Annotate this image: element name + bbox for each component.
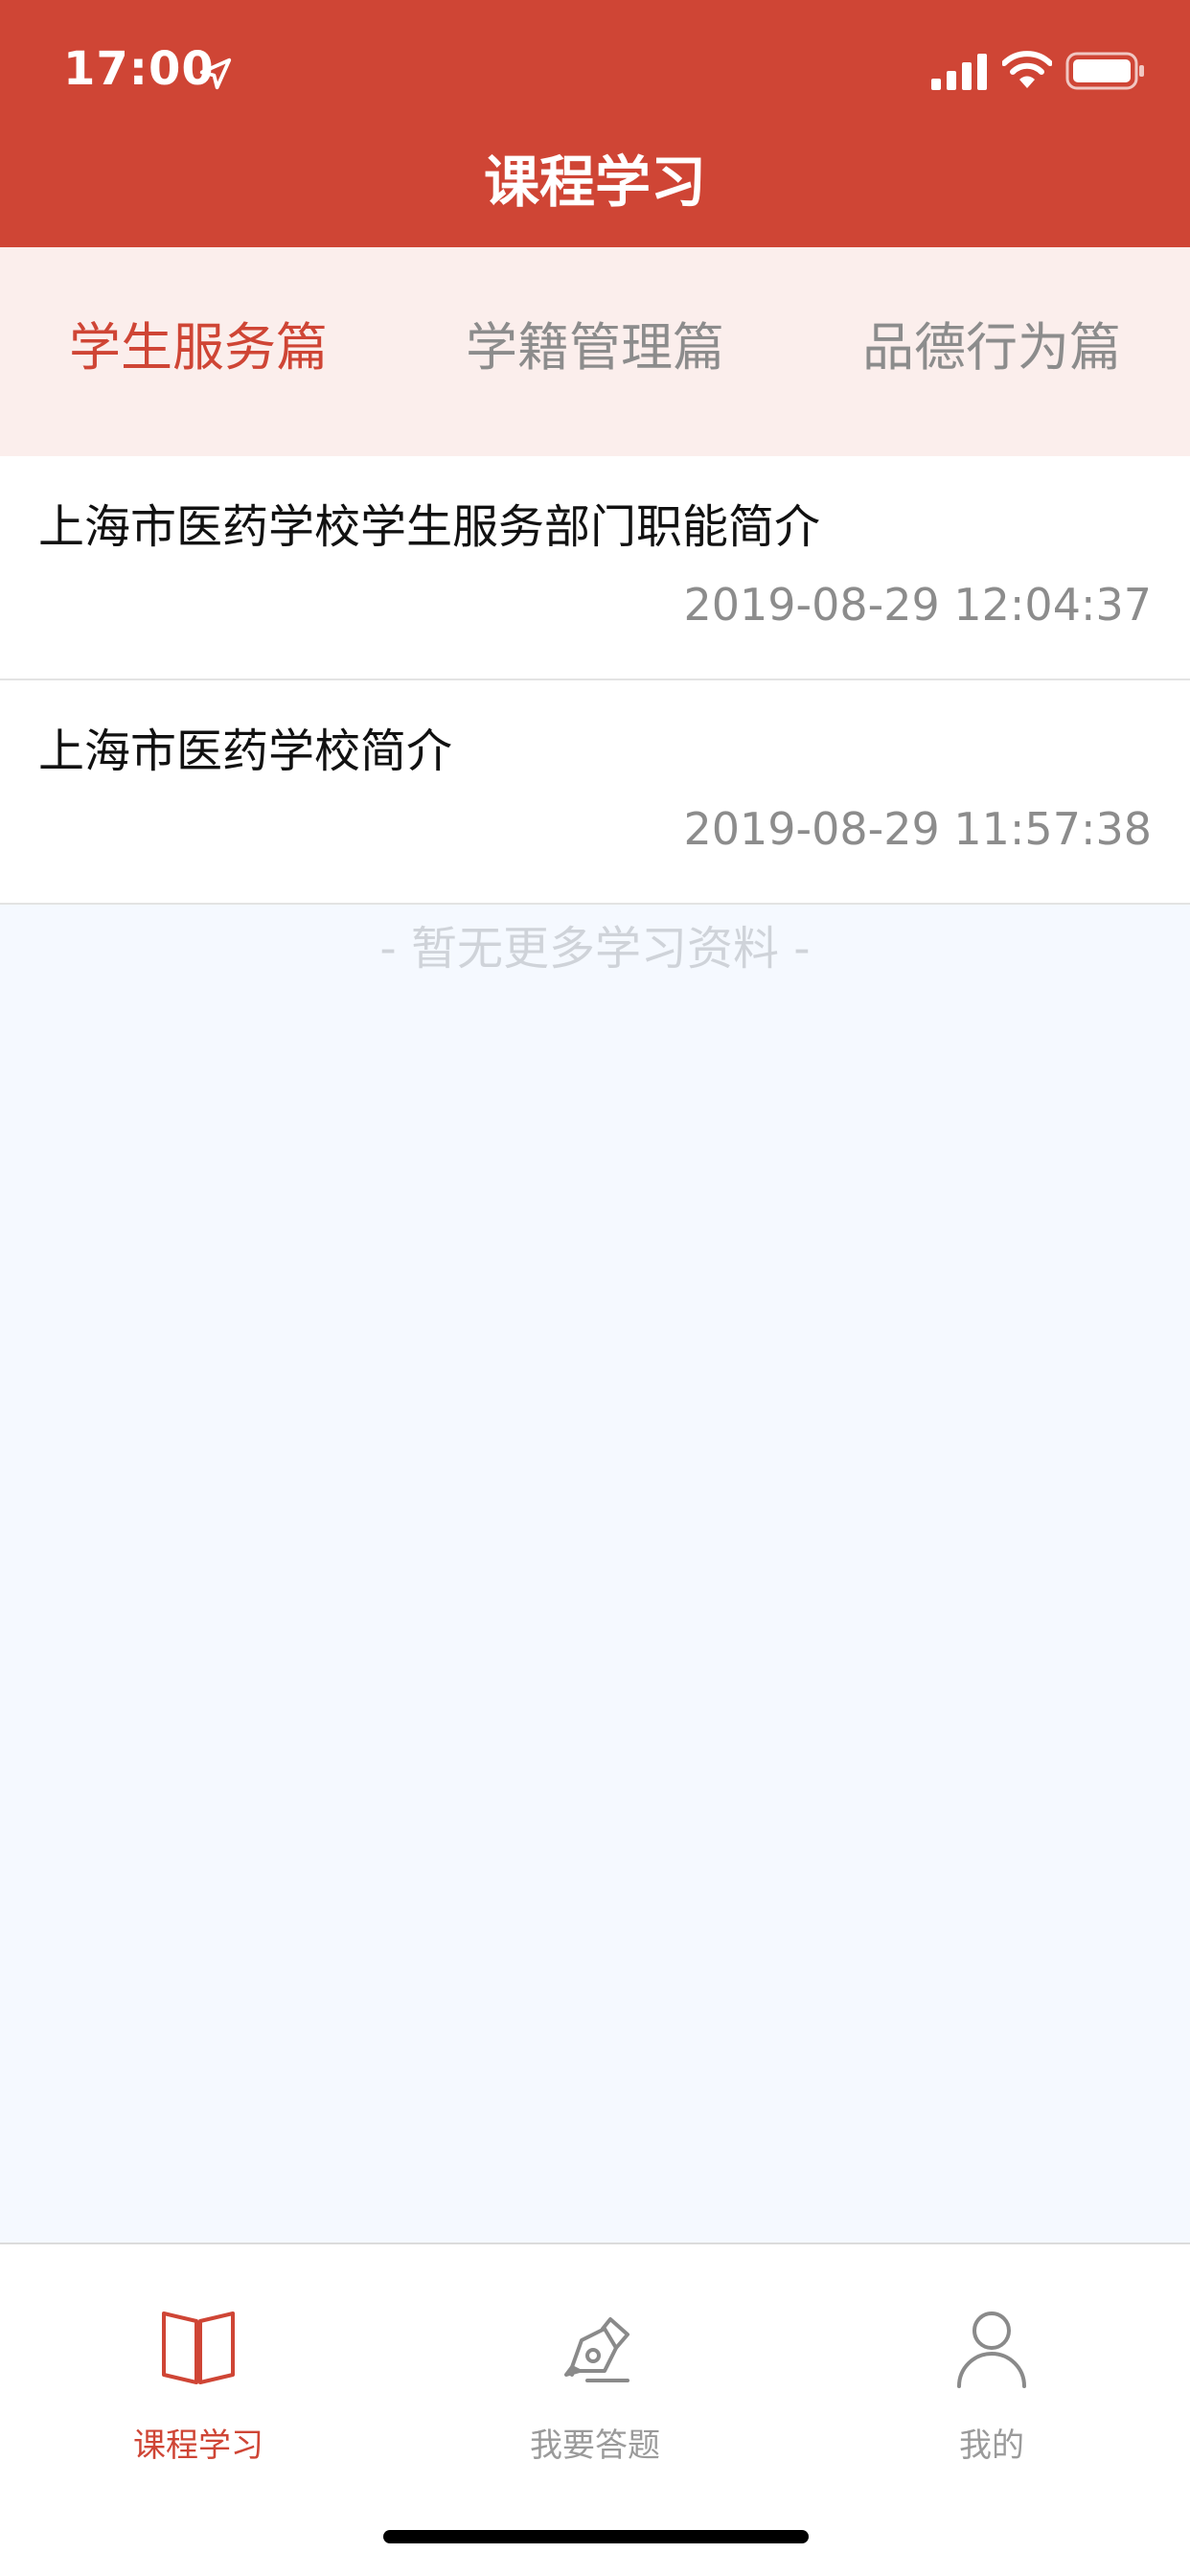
tab-enrollment-management[interactable]: 学籍管理篇: [397, 247, 793, 456]
tabbar-label: 我要答题: [530, 2426, 660, 2465]
category-tabs: 学生服务篇 学籍管理篇 品德行为篇: [0, 247, 1190, 456]
article-timestamp: 2019-08-29 11:57:38: [683, 803, 1152, 855]
page-title: 课程学习: [483, 150, 706, 215]
tabbar-item-course-study[interactable]: 课程学习: [0, 2244, 397, 2576]
status-time: 17:00: [63, 42, 215, 96]
no-more-hint: - 暂无更多学习资料 -: [379, 922, 811, 976]
list-item[interactable]: 上海市医药学校学生服务部门职能简介 2019-08-29 12:04:37: [0, 456, 1190, 680]
book-icon: [162, 2312, 235, 2384]
tabbar-label: 我的: [959, 2426, 1024, 2465]
article-list: 上海市医药学校学生服务部门职能简介 2019-08-29 12:04:37 上海…: [0, 456, 1190, 905]
list-item[interactable]: 上海市医药学校简介 2019-08-29 11:57:38: [0, 680, 1190, 905]
home-indicator: [383, 2530, 809, 2543]
pen-icon: [564, 2317, 629, 2382]
bottom-tab-bar: 课程学习 我要答题 我的: [0, 2242, 1190, 2576]
tabbar-item-answer-questions[interactable]: 我要答题: [397, 2244, 793, 2576]
status-bar: 17:00: [0, 0, 1190, 144]
app-header: 17:00 课程学习: [0, 0, 1190, 247]
article-title: 上海市医药学校简介: [38, 724, 453, 778]
battery-icon: [1065, 52, 1144, 90]
wifi-icon: [1002, 51, 1052, 88]
tabbar-label: 课程学习: [133, 2426, 263, 2465]
user-icon: [957, 2312, 1026, 2388]
article-title: 上海市医药学校学生服务部门职能简介: [38, 500, 821, 554]
tabbar-item-profile[interactable]: 我的: [793, 2244, 1190, 2576]
cellular-signal-icon: [931, 54, 987, 90]
tab-moral-conduct[interactable]: 品德行为篇: [793, 247, 1190, 456]
location-arrow-icon: [199, 58, 232, 90]
tab-student-services[interactable]: 学生服务篇: [0, 247, 397, 456]
article-timestamp: 2019-08-29 12:04:37: [683, 579, 1152, 631]
